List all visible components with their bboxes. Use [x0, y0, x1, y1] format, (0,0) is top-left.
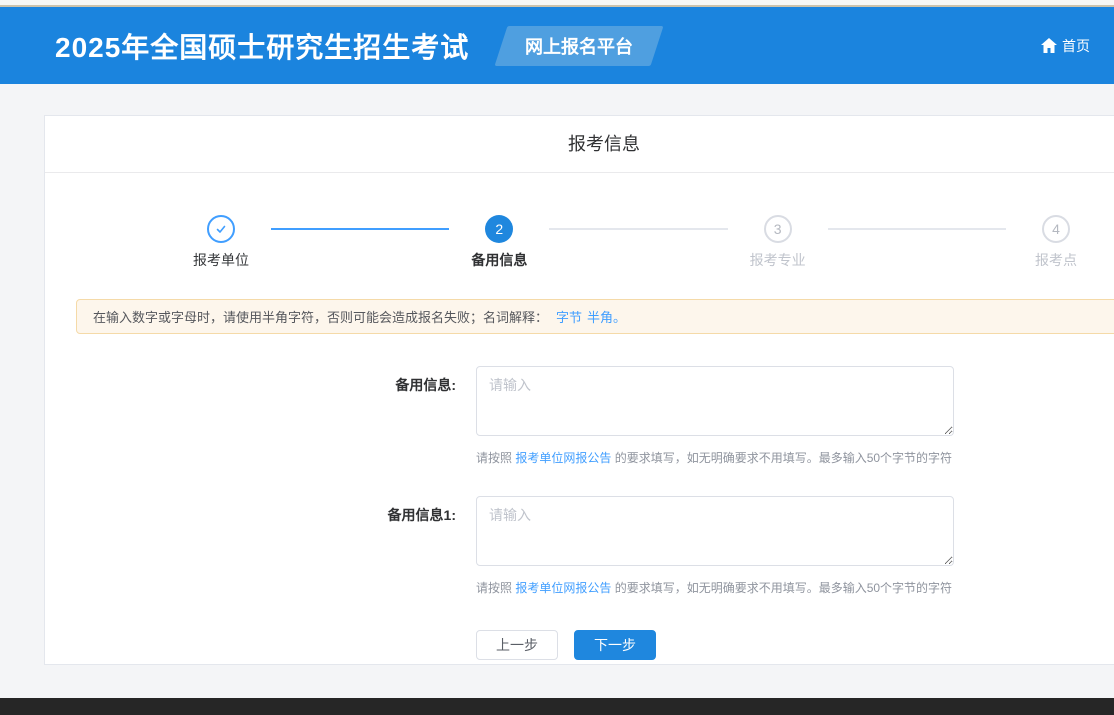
step-connector-1	[271, 228, 449, 230]
home-link[interactable]: 首页	[1041, 36, 1090, 56]
warning-text: 在输入数字或字母时，请使用半角字符，否则可能会造成报名失败；名词解释：	[93, 307, 548, 326]
help-suffix: 的要求填写，如无明确要求不用填写。最多输入50个字节的字符	[611, 451, 952, 465]
warning-period: 。	[613, 307, 626, 326]
home-icon	[1041, 38, 1057, 53]
app-title: 2025年全国硕士研究生招生考试	[55, 26, 469, 66]
step-3-label: 报考专业	[750, 250, 806, 270]
backup-info-row: 备用信息: 请按照 报考单位网报公告 的要求填写，如无明确要求不用填写。最多输入…	[45, 366, 1114, 466]
unit-announcement-link[interactable]: 报考单位网报公告	[515, 581, 611, 595]
halfwidth-warning-alert: 在输入数字或字母时，请使用半角字符，否则可能会造成报名失败；名词解释： 字节 半…	[76, 299, 1114, 334]
backup-info-control: 请按照 报考单位网报公告 的要求填写，如无明确要求不用填写。最多输入50个字节的…	[476, 366, 954, 466]
step-4-label: 报考点	[1035, 250, 1077, 270]
platform-badge: 网上报名平台	[495, 26, 664, 66]
backup-info-label: 备用信息:	[336, 366, 456, 466]
home-link-label: 首页	[1062, 36, 1090, 56]
unit-announcement-link[interactable]: 报考单位网报公告	[515, 451, 611, 465]
step-4-number: 4	[1042, 215, 1070, 243]
step-1-check-icon	[207, 215, 235, 243]
stepper: 报考单位 2 备用信息 3 报考专业 4 报考点	[45, 215, 1114, 269]
backup-info1-help: 请按照 报考单位网报公告 的要求填写，如无明确要求不用填写。最多输入50个字节的…	[476, 579, 954, 596]
page-footer	[0, 698, 1114, 715]
wizard-buttons: 上一步 下一步	[45, 630, 1114, 660]
card-title: 报考信息	[45, 116, 1114, 173]
help-suffix: 的要求填写，如无明确要求不用填写。最多输入50个字节的字符	[611, 581, 952, 595]
help-prefix: 请按照	[476, 581, 515, 595]
step-baokao-danwei: 报考单位	[171, 215, 271, 270]
next-step-button[interactable]: 下一步	[574, 630, 656, 660]
app-header: 2025年全国硕士研究生招生考试 网上报名平台 首页	[0, 7, 1114, 84]
step-2-label: 备用信息	[471, 250, 527, 270]
application-info-card: 报考信息 报考单位 2 备用信息 3 报考专业 4 报考点 在输入数字或字母时，…	[44, 115, 1114, 665]
step-2-number: 2	[485, 215, 513, 243]
backup-info1-control: 请按照 报考单位网报公告 的要求填写，如无明确要求不用填写。最多输入50个字节的…	[476, 496, 954, 596]
step-connector-3	[828, 228, 1006, 230]
step-connector-2	[549, 228, 727, 230]
backup-info1-row: 备用信息1: 请按照 报考单位网报公告 的要求填写，如无明确要求不用填写。最多输…	[45, 496, 1114, 596]
step-baokao-dian: 4 报考点	[1006, 215, 1106, 270]
backup-info-help: 请按照 报考单位网报公告 的要求填写，如无明确要求不用填写。最多输入50个字节的…	[476, 449, 954, 466]
byte-definition-link[interactable]: 字节	[556, 307, 582, 326]
backup-info1-label: 备用信息1:	[336, 496, 456, 596]
step-3-number: 3	[764, 215, 792, 243]
step-baokao-zhuanye: 3 报考专业	[728, 215, 828, 270]
backup-info1-textarea[interactable]	[476, 496, 954, 566]
previous-step-button[interactable]: 上一步	[476, 630, 558, 660]
backup-info-textarea[interactable]	[476, 366, 954, 436]
platform-badge-label: 网上报名平台	[525, 33, 633, 59]
step-1-label: 报考单位	[193, 250, 249, 270]
halfwidth-definition-link[interactable]: 半角	[587, 307, 613, 326]
help-prefix: 请按照	[476, 451, 515, 465]
step-beiyong-xinxi: 2 备用信息	[449, 215, 549, 270]
